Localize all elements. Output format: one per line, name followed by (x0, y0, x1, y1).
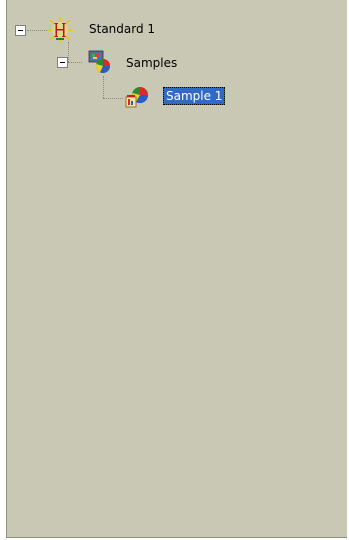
tree-view[interactable]: Standard 1 Samples Sample 1 (7, 0, 347, 537)
tree-connector (27, 30, 47, 31)
tree-connector (103, 76, 104, 98)
tree-connector (68, 42, 69, 62)
collapse-toggle-standard-1[interactable] (15, 25, 26, 36)
tree-item-samples[interactable]: Samples (123, 54, 180, 72)
tree-item-standard-1[interactable]: Standard 1 (86, 20, 158, 38)
minus-icon (18, 30, 23, 31)
collapse-toggle-samples[interactable] (57, 57, 68, 68)
tree-connector (68, 62, 82, 63)
minus-icon (60, 62, 65, 63)
hierarchy-h-icon[interactable] (47, 17, 73, 43)
samples-folder-icon[interactable] (87, 49, 113, 75)
tree-item-sample-1[interactable]: Sample 1 (163, 87, 226, 105)
tree-connector (103, 98, 123, 99)
tree-panel: Standard 1 Samples Sample 1 (6, 0, 347, 538)
sample-chart-icon[interactable] (123, 84, 149, 110)
